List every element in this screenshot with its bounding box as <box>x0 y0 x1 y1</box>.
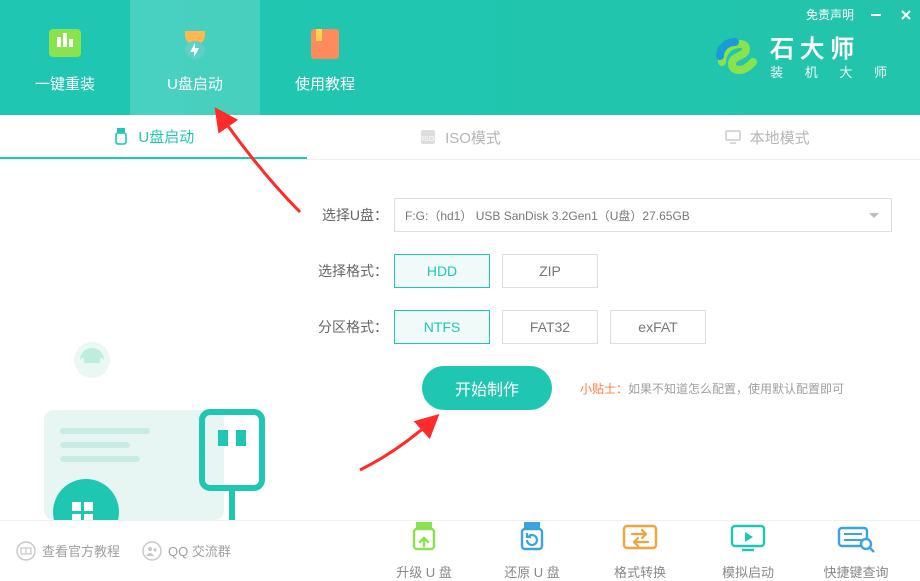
main-area: 选择U盘： F:G:（hd1） USB SanDisk 3.2Gen1（U盘）2… <box>0 160 920 520</box>
tool-label: 升级 U 盘 <box>396 562 452 581</box>
close-icon <box>900 9 912 21</box>
subtab-bar: U盘启动 ISO ISO模式 本地模式 <box>0 115 920 160</box>
brand-logo-icon <box>712 34 760 82</box>
tool-label: 模拟启动 <box>722 562 774 581</box>
brand: 石大师 装 机 大 师 <box>712 34 896 82</box>
tip-label: 小贴士： <box>580 382 628 396</box>
subtab-label: U盘启动 <box>138 126 194 147</box>
disclaimer-link[interactable]: 免责声明 <box>806 6 854 23</box>
partition-option-ntfs[interactable]: NTFS <box>394 310 490 344</box>
main-nav: 一键重装 U盘启动 使用教程 <box>0 0 390 115</box>
tip-text: 小贴士：如果不知道怎么配置，使用默认配置即可 <box>580 380 844 397</box>
partition-option-exfat[interactable]: exFAT <box>610 310 706 344</box>
reinstall-icon <box>43 21 87 65</box>
brand-title: 石大师 <box>770 36 896 65</box>
illustration <box>0 160 300 520</box>
subtab-label: ISO模式 <box>445 127 501 148</box>
tool-convert[interactable]: 格式转换 <box>592 520 688 581</box>
people-icon <box>142 541 162 561</box>
tool-restore[interactable]: 还原 U 盘 <box>484 520 580 581</box>
subtab-label: 本地模式 <box>750 127 810 148</box>
nav-reinstall[interactable]: 一键重装 <box>0 0 130 115</box>
config-form: 选择U盘： F:G:（hd1） USB SanDisk 3.2Gen1（U盘）2… <box>300 160 920 520</box>
disk-select-value: F:G:（hd1） USB SanDisk 3.2Gen1（U盘）27.65GB <box>405 207 690 224</box>
start-create-button[interactable]: 开始制作 <box>422 366 552 410</box>
monitor-icon <box>724 128 742 146</box>
tool-label: 还原 U 盘 <box>504 562 560 581</box>
partition-option-fat32[interactable]: FAT32 <box>502 310 598 344</box>
qq-group-link[interactable]: QQ 交流群 <box>142 541 231 561</box>
tool-label: 格式转换 <box>614 562 666 581</box>
upgrade-usb-icon <box>404 520 444 556</box>
nav-tutorial[interactable]: 使用教程 <box>260 0 390 115</box>
link-label: QQ 交流群 <box>168 541 231 560</box>
keyboard-search-icon <box>836 520 876 556</box>
minimize-icon <box>870 9 882 21</box>
subtab-iso[interactable]: ISO ISO模式 <box>307 115 614 159</box>
simulate-icon <box>728 520 768 556</box>
disk-select[interactable]: F:G:（hd1） USB SanDisk 3.2Gen1（U盘）27.65GB <box>394 198 892 232</box>
subtab-usb[interactable]: U盘启动 <box>0 115 307 159</box>
tool-label: 快捷键查询 <box>823 562 888 581</box>
usb-icon <box>112 127 130 145</box>
nav-label: 一键重装 <box>35 73 95 94</box>
format-option-zip[interactable]: ZIP <box>502 254 598 288</box>
brand-subtitle: 装 机 大 师 <box>770 65 896 81</box>
svg-text:ISO: ISO <box>422 136 435 143</box>
tool-simulate[interactable]: 模拟启动 <box>700 520 796 581</box>
app-header: 免责声明 一键重装 U盘启动 使用教程 <box>0 0 920 115</box>
link-label: 查看官方教程 <box>42 541 120 560</box>
tool-upgrade[interactable]: 升级 U 盘 <box>376 520 472 581</box>
select-disk-label: 选择U盘： <box>318 205 394 225</box>
bottom-bar: 查看官方教程 QQ 交流群 升级 U 盘 还原 U 盘 格式转换 模拟启动 快捷… <box>0 520 920 580</box>
nav-label: 使用教程 <box>295 73 355 94</box>
restore-usb-icon <box>512 520 552 556</box>
subtab-local[interactable]: 本地模式 <box>613 115 920 159</box>
partition-label: 分区格式： <box>318 317 394 337</box>
close-button[interactable] <box>898 7 914 23</box>
nav-label: U盘启动 <box>167 73 223 94</box>
iso-icon: ISO <box>419 128 437 146</box>
official-tutorial-link[interactable]: 查看官方教程 <box>16 541 120 561</box>
tool-row: 升级 U 盘 还原 U 盘 格式转换 模拟启动 快捷键查询 <box>376 520 904 581</box>
format-option-hdd[interactable]: HDD <box>394 254 490 288</box>
nav-usbboot[interactable]: U盘启动 <box>130 0 260 115</box>
usbboot-icon <box>173 21 217 65</box>
minimize-button[interactable] <box>868 7 884 23</box>
window-titlebar: 免责声明 <box>806 6 914 23</box>
format-label: 选择格式： <box>318 261 394 281</box>
book-icon <box>16 541 36 561</box>
tutorial-icon <box>303 21 347 65</box>
tool-hotkey[interactable]: 快捷键查询 <box>808 520 904 581</box>
convert-icon <box>620 520 660 556</box>
